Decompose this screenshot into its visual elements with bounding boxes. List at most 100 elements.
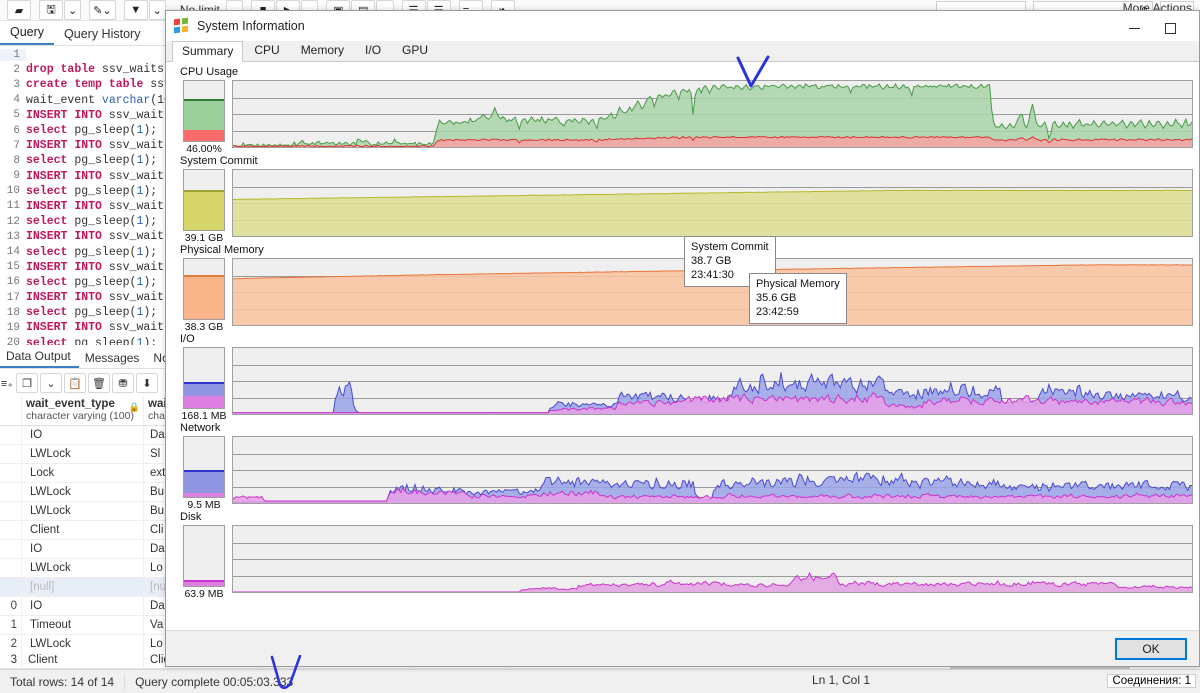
disk-graph[interactable] [232, 525, 1193, 593]
table-row[interactable]: LWLock Sl [0, 444, 190, 464]
tab-data-output[interactable]: Data Output [0, 348, 79, 368]
io-meter-segment-0 [184, 382, 224, 396]
cell-wait-event-type[interactable]: IO [22, 539, 144, 559]
ok-button[interactable]: OK [1115, 637, 1187, 660]
sql-line-number: 7 [13, 139, 20, 152]
sql-line: 3 create temp table ssv [0, 77, 190, 92]
physical-memory-meter-value: 38.3 GB [184, 321, 224, 333]
sql-line: 8 select pg_sleep(1); [0, 153, 190, 168]
tab-query-history[interactable]: Query History [54, 25, 150, 45]
add-row-icon[interactable]: ≡₊ [0, 373, 14, 393]
sql-line: 14 select pg_sleep(1); [0, 244, 190, 259]
physical-memory-meter-segment-0 [184, 275, 224, 319]
table-row[interactable]: LWLock Lo [0, 558, 190, 578]
cell-wait-event-type[interactable]: Client [22, 520, 144, 540]
grid-header-row: wait_event_type character varying (100) … [0, 396, 190, 426]
sql-line-code: INSERT INTO ssv_waits [26, 321, 171, 335]
network-graph[interactable] [232, 436, 1193, 504]
cpu-usage-meter-segment-1 [184, 130, 224, 141]
row-number [0, 482, 22, 502]
io-graph[interactable] [232, 347, 1193, 415]
filter-icon[interactable]: ▼ [123, 0, 148, 20]
output-toolbar: ≡₊ ❐ ⌄ 📋 🗑 ⛃ ⬇ [0, 371, 190, 395]
row-number [0, 425, 22, 445]
paste-icon[interactable]: 📋 [64, 373, 86, 393]
row-number [0, 501, 22, 521]
table-row[interactable]: 0 IO Da [0, 596, 190, 616]
cell-wait-event-type[interactable]: [null] [22, 577, 144, 597]
open-file-icon[interactable]: ▰ [7, 0, 31, 20]
row-number [0, 558, 22, 578]
sql-line-code: select pg_sleep(1); [26, 215, 158, 229]
ln-col-indicator: Ln 1, Col 1 [811, 673, 870, 687]
sql-line-number: 2 [13, 63, 20, 76]
system-information-dialog: System Information Summary CPU Memory I/… [165, 10, 1200, 667]
io-row: 168.1 MB [166, 347, 1199, 422]
tab-messages[interactable]: Messages [79, 350, 148, 368]
minimize-button[interactable] [1117, 17, 1151, 39]
physical-memory-tooltip-time: 23:42:59 [756, 306, 799, 318]
sql-line-number: 5 [13, 109, 20, 122]
sql-line: 19 INSERT INTO ssv_waits [0, 320, 190, 335]
maximize-button[interactable] [1153, 17, 1187, 39]
dialog-tabs: Summary CPU Memory I/O GPU [166, 41, 1199, 62]
copy-dropdown-icon[interactable]: ⌄ [40, 373, 62, 393]
tab-cpu[interactable]: CPU [244, 40, 289, 61]
table-row[interactable]: IO Da [0, 539, 190, 559]
download-icon[interactable]: ⬇ [136, 373, 158, 393]
cell-wait-event-type[interactable]: IO [22, 596, 144, 616]
table-row[interactable]: Client Cli [0, 520, 190, 540]
result-grid[interactable]: wait_event_type character varying (100) … [0, 396, 190, 668]
sql-line-code: select pg_sleep(1); [26, 154, 158, 168]
filter-dropdown-icon[interactable]: ⌄ [148, 0, 166, 20]
cell-wait-event-type[interactable]: LWLock [22, 558, 144, 578]
panel-physical-memory: Physical Memory 38.3 GB [166, 244, 1199, 333]
table-row[interactable]: [null] [nu [0, 577, 190, 597]
edit-pencil-icon[interactable]: ✎⌄ [89, 0, 116, 20]
copy-icon[interactable]: ❐ [16, 373, 38, 393]
cpu-usage-plot [233, 81, 1192, 147]
table-row[interactable]: IO Da [0, 425, 190, 445]
connections-indicator: Соединения: 1 [1107, 674, 1196, 688]
physical-memory-row: 38.3 GB [166, 258, 1199, 333]
table-row[interactable]: LWLock Bu [0, 501, 190, 521]
cpu-usage-meter-segment-0 [184, 99, 224, 131]
table-row[interactable]: LWLock Bu [0, 482, 190, 502]
io-meter-value: 168.1 MB [181, 410, 227, 422]
network-meter [183, 436, 225, 498]
system-commit-row: 39.1 GB [166, 169, 1199, 244]
delete-icon[interactable]: 🗑 [88, 373, 110, 393]
cpu-usage-graph[interactable] [232, 80, 1193, 148]
cell-wait-event-type[interactable]: Lock [22, 463, 144, 483]
table-row[interactable]: 1 Timeout Va [0, 615, 190, 635]
table-row[interactable]: Lock ext [0, 463, 190, 483]
tab-memory[interactable]: Memory [291, 40, 354, 61]
cell-wait-event-type[interactable]: LWLock [22, 482, 144, 502]
sql-line-number: 15 [6, 261, 20, 274]
sql-line-code: select pg_sleep(1); [26, 245, 158, 259]
system-commit-plot [233, 170, 1192, 236]
save-dropdown-icon[interactable]: ⌄ [64, 0, 82, 20]
io-meter-segment-1 [184, 396, 224, 408]
grid-header-wait-event-type[interactable]: wait_event_type character varying (100) … [22, 396, 144, 424]
last-row-number: 3 [0, 651, 22, 669]
cell-wait-event-type[interactable]: IO [22, 425, 144, 445]
tab-query[interactable]: Query [0, 23, 55, 45]
system-commit-graph[interactable] [232, 169, 1193, 237]
tab-summary[interactable]: Summary [172, 41, 244, 62]
save-data-icon[interactable]: ⛃ [112, 373, 134, 393]
save-icon[interactable]: 🖫 [39, 0, 63, 20]
disk-meter [183, 525, 225, 587]
sql-editor[interactable]: 1 2 drop table ssv_waits; 3 create temp tabl… [0, 47, 190, 345]
tab-gpu[interactable]: GPU [392, 40, 438, 61]
cpu-usage-meter-wrap: 46.00% [180, 80, 232, 155]
tab-io[interactable]: I/O [355, 40, 391, 61]
sql-line: 17 INSERT INTO ssv_waits [0, 290, 190, 305]
cell-wait-event-type[interactable]: Timeout [22, 615, 144, 635]
cell-wait-event-type[interactable]: LWLock [22, 444, 144, 464]
dialog-title-bar[interactable]: System Information [166, 11, 1199, 41]
query-status-label: Query complete 00:05:03.333 [135, 674, 294, 689]
cell-wait-event-type[interactable]: LWLock [22, 501, 144, 521]
panel-io: I/O 168.1 MB [166, 333, 1199, 422]
status-bar: Total rows: 14 of 14 Query complete 00:0… [0, 669, 1200, 693]
